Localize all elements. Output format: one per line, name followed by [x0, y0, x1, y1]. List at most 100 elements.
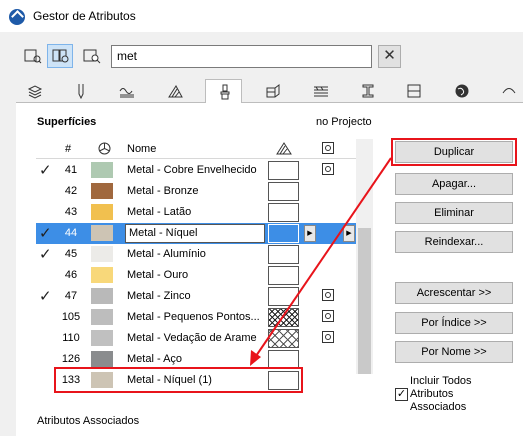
associated-attributes-label: Atributos Associados: [37, 415, 140, 427]
row-name: Metal - Bronze: [127, 185, 199, 197]
duplicate-highlight: [391, 138, 517, 166]
texture-header-icon[interactable]: [322, 142, 334, 157]
tab-zones[interactable]: [395, 79, 432, 103]
table-row[interactable]: ✓ 45 Metal - Alumínio: [36, 244, 372, 265]
table-row[interactable]: 105 Metal - Pequenos Pontos...: [36, 307, 372, 328]
material-header-icon[interactable]: [98, 142, 111, 158]
texture-icon: [322, 331, 334, 346]
zone-icon: [407, 84, 421, 98]
in-project-check-icon: ✓: [39, 246, 52, 263]
material-swatch: [91, 351, 113, 367]
table-row[interactable]: ✓ 47 Metal - Zinco: [36, 286, 372, 307]
by-index-button[interactable]: Por Índice >>: [395, 312, 513, 334]
row-index: 42: [64, 185, 78, 197]
fill-preview[interactable]: [268, 224, 299, 243]
profile-icon: [362, 84, 374, 98]
project-view-button[interactable]: [78, 44, 104, 68]
fill-preview[interactable]: [268, 308, 299, 327]
fill-preview[interactable]: [268, 287, 299, 306]
scrollbar-thumb[interactable]: [358, 228, 371, 374]
in-project-check-icon: ✓: [39, 288, 52, 305]
include-all-checkbox[interactable]: ✓: [395, 388, 408, 401]
row-name: Metal - Latão: [127, 206, 192, 218]
tab-composites[interactable]: [302, 79, 339, 103]
fill-preview[interactable]: [268, 266, 299, 285]
tab-fills[interactable]: [156, 79, 193, 103]
name-edit-field[interactable]: Metal - Níquel: [125, 224, 265, 243]
in-project-check-icon: ✓: [39, 162, 52, 179]
material-swatch: [91, 162, 113, 178]
tab-profiles[interactable]: [349, 79, 386, 103]
dual-view-icon: [52, 49, 69, 63]
by-name-button[interactable]: Por Nome >>: [395, 341, 513, 363]
fill-icon: [168, 85, 183, 98]
add-button[interactable]: Acrescentar >>: [395, 282, 513, 304]
tab-pens[interactable]: [62, 79, 99, 103]
row-index: 46: [64, 269, 78, 281]
fill-preview[interactable]: [268, 182, 299, 201]
line-types-icon: [119, 88, 134, 98]
table-row[interactable]: 43 Metal - Latão: [36, 202, 372, 223]
table-header: # Nome: [36, 139, 356, 159]
fill-header-icon[interactable]: [276, 141, 292, 158]
fill-popup-arrow-icon[interactable]: ▶: [304, 225, 316, 242]
globe-icon: [455, 84, 469, 98]
row-name: Metal - Ouro: [127, 269, 189, 281]
fill-preview[interactable]: [268, 329, 299, 348]
table-row[interactable]: 46 Metal - Ouro: [36, 265, 372, 286]
tab-markup[interactable]: [443, 79, 480, 103]
fill-preview[interactable]: [268, 161, 299, 180]
material-swatch: [91, 183, 113, 199]
fill-preview[interactable]: [268, 245, 299, 264]
app-logo-icon: [9, 9, 25, 25]
material-swatch: [91, 288, 113, 304]
row-index: 126: [61, 353, 81, 365]
clear-search-button[interactable]: ✕: [378, 45, 401, 68]
dual-list-view-button[interactable]: [47, 44, 73, 68]
row-name: Metal - Vedação de Arame: [127, 332, 257, 344]
texture-icon: [322, 163, 334, 178]
material-swatch: [91, 204, 113, 220]
material-swatch: [91, 246, 113, 262]
row-name: Metal - Zinco: [127, 290, 191, 302]
tab-building-materials[interactable]: [254, 79, 291, 103]
layers-icon: [27, 85, 43, 99]
include-all-label: Incluir Todos Atributos Associados: [410, 375, 472, 413]
attribute-type-tabs: [16, 79, 523, 104]
delete-button[interactable]: Apagar...: [395, 173, 513, 195]
tab-more[interactable]: [490, 79, 523, 103]
num-header[interactable]: #: [65, 143, 71, 155]
new-row-highlight: [54, 367, 303, 393]
row-index: 110: [62, 332, 80, 344]
search-file-icon: [83, 49, 101, 64]
remove-button[interactable]: Eliminar: [395, 202, 513, 224]
tab-layers[interactable]: [16, 79, 53, 103]
row-name: Metal - Níquel: [129, 227, 198, 239]
fill-preview[interactable]: [268, 203, 299, 222]
name-header[interactable]: Nome: [127, 143, 156, 155]
tab-line-types[interactable]: [108, 79, 145, 103]
table-row[interactable]: ✓ 44 Metal - Níquel ▶ ▶: [36, 223, 372, 244]
table-row[interactable]: 110 Metal - Vedação de Arame: [36, 328, 372, 349]
single-list-view-button[interactable]: [19, 44, 45, 68]
table-row[interactable]: 42 Metal - Bronze: [36, 181, 372, 202]
in-project-check-icon: ✓: [39, 225, 52, 242]
section-title: Superfícies: [37, 116, 97, 128]
texture-popup-arrow-icon[interactable]: ▶: [343, 225, 355, 242]
row-index: 44: [64, 227, 78, 239]
table-row[interactable]: ✓ 41 Metal - Cobre Envelhecido: [36, 160, 372, 181]
search-input[interactable]: met: [111, 45, 372, 68]
reindex-button[interactable]: Reindexar...: [395, 231, 513, 253]
paint-brush-icon: [220, 84, 230, 100]
material-swatch: [91, 267, 113, 283]
tab-surfaces[interactable]: [205, 79, 242, 104]
row-name: Metal - Alumínio: [127, 248, 206, 260]
row-index: 105: [61, 311, 81, 323]
composite-icon: [314, 86, 328, 97]
row-index: 45: [64, 248, 78, 260]
material-swatch: [91, 225, 113, 241]
building-material-icon: [266, 84, 280, 98]
material-swatch: [91, 309, 113, 325]
row-name: Metal - Pequenos Pontos...: [127, 311, 260, 323]
in-project-label: no Projecto: [316, 116, 372, 128]
